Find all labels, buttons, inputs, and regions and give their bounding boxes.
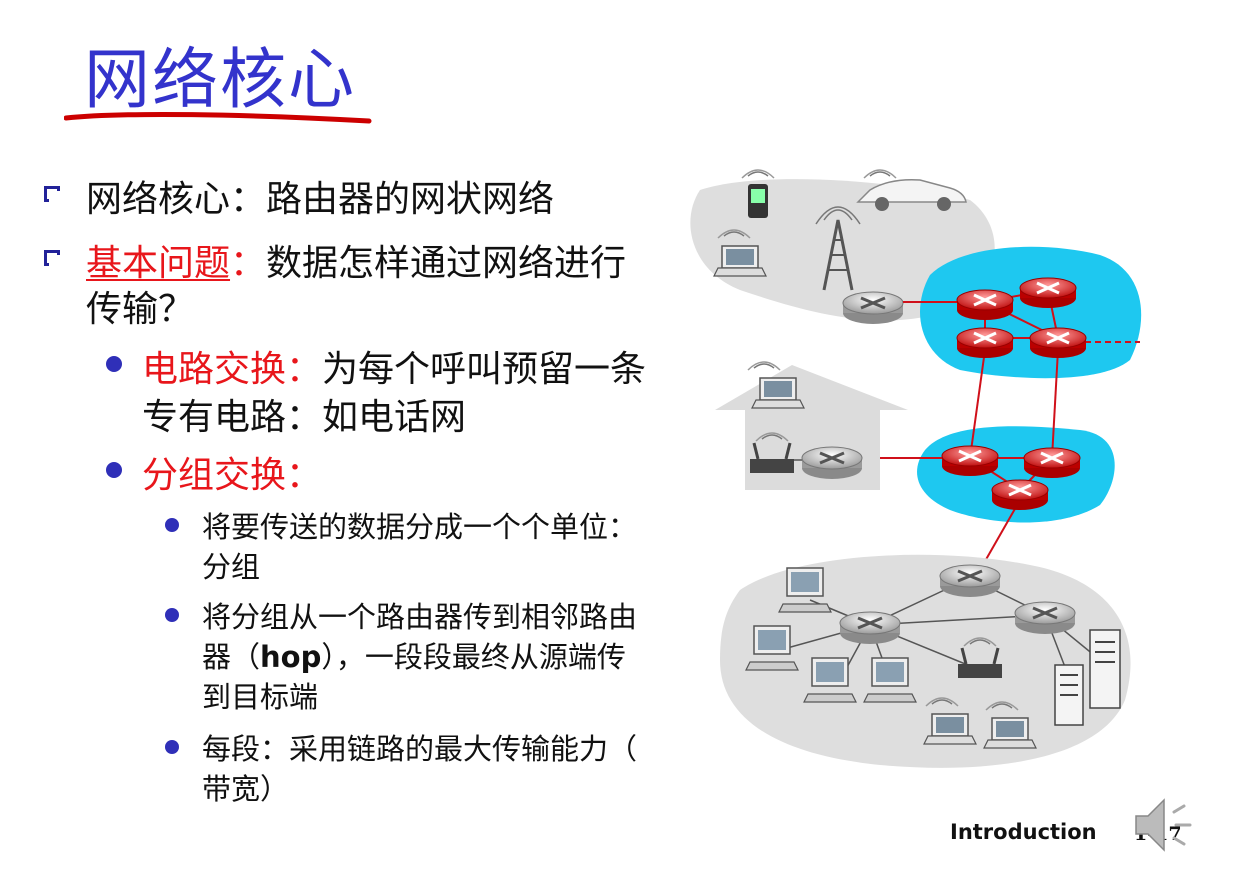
title-underline	[64, 111, 372, 124]
hop-prefix: 器（	[202, 640, 261, 674]
keyword-circuit-switching: 电路交换：	[142, 349, 323, 390]
keyword-basic-question: 基本问题	[86, 243, 231, 284]
packet-item-split-line2: 分组	[202, 550, 261, 584]
dot-bullet-icon	[165, 518, 179, 532]
hop-word: hop	[260, 640, 322, 674]
dot-bullet-icon	[165, 740, 179, 754]
router-icon	[1018, 276, 1078, 310]
network-core-diagram	[690, 169, 1142, 768]
bullet-network-core: 网络核心：路由器的网状网络	[86, 179, 555, 220]
dot-bullet-icon	[165, 608, 179, 622]
packet-item-split: 将要传送的数据分成一个个单位：	[202, 510, 638, 544]
dot-bullet-icon	[106, 356, 122, 372]
circuit-switching-text: 为每个呼叫预留一条	[322, 349, 647, 390]
hop-suffix: ），一段段最终从源端传	[321, 640, 626, 674]
keyword-colon: ：	[230, 243, 267, 284]
bullet-basic-question: 基本问题：数据怎样通过网络进行	[86, 234, 626, 286]
router-icon	[838, 610, 902, 646]
bullet-circuit-switching: 电路交换：为每个呼叫预留一条	[142, 340, 646, 392]
router-icon	[955, 288, 1015, 322]
packet-item-bandwidth-line2: 带宽）	[202, 772, 290, 806]
desktop-icon	[778, 567, 832, 613]
packet-item-hop-line2: 器（hop），一段段最终从源端传	[202, 634, 626, 676]
square-bullet-icon	[44, 250, 61, 267]
keyword-packet-switching: 分组交换：	[142, 455, 323, 496]
router-icon	[800, 445, 864, 481]
router-icon	[990, 478, 1050, 512]
core-network-area-upper	[920, 246, 1142, 379]
router-icon	[1028, 326, 1088, 360]
footer-label: Introduction	[950, 820, 1097, 844]
basic-question-text: 数据怎样通过网络进行	[266, 243, 627, 284]
square-bullet-icon	[44, 186, 61, 203]
enterprise-network-area	[720, 554, 1131, 768]
desktop-icon	[863, 657, 917, 703]
router-icon	[1013, 600, 1077, 636]
packet-item-hop-line3: 到目标端	[202, 680, 319, 714]
router-icon	[955, 326, 1015, 360]
basic-question-text-line2: 传输？	[86, 289, 195, 330]
router-icon	[1022, 446, 1082, 480]
router-icon	[940, 444, 1000, 478]
router-icon	[938, 563, 1002, 599]
packet-item-hop: 将分组从一个路由器传到相邻路由	[202, 600, 638, 634]
dot-bullet-icon	[106, 462, 122, 478]
packet-item-bandwidth: 每段：采用链路的最大传输能力（	[202, 732, 638, 766]
desktop-icon	[803, 657, 857, 703]
router-icon	[841, 290, 905, 326]
speaker-icon[interactable]	[1130, 794, 1200, 856]
desktop-icon	[745, 625, 799, 671]
circuit-switching-text-line2: 专有电路：如电话网	[142, 397, 467, 438]
